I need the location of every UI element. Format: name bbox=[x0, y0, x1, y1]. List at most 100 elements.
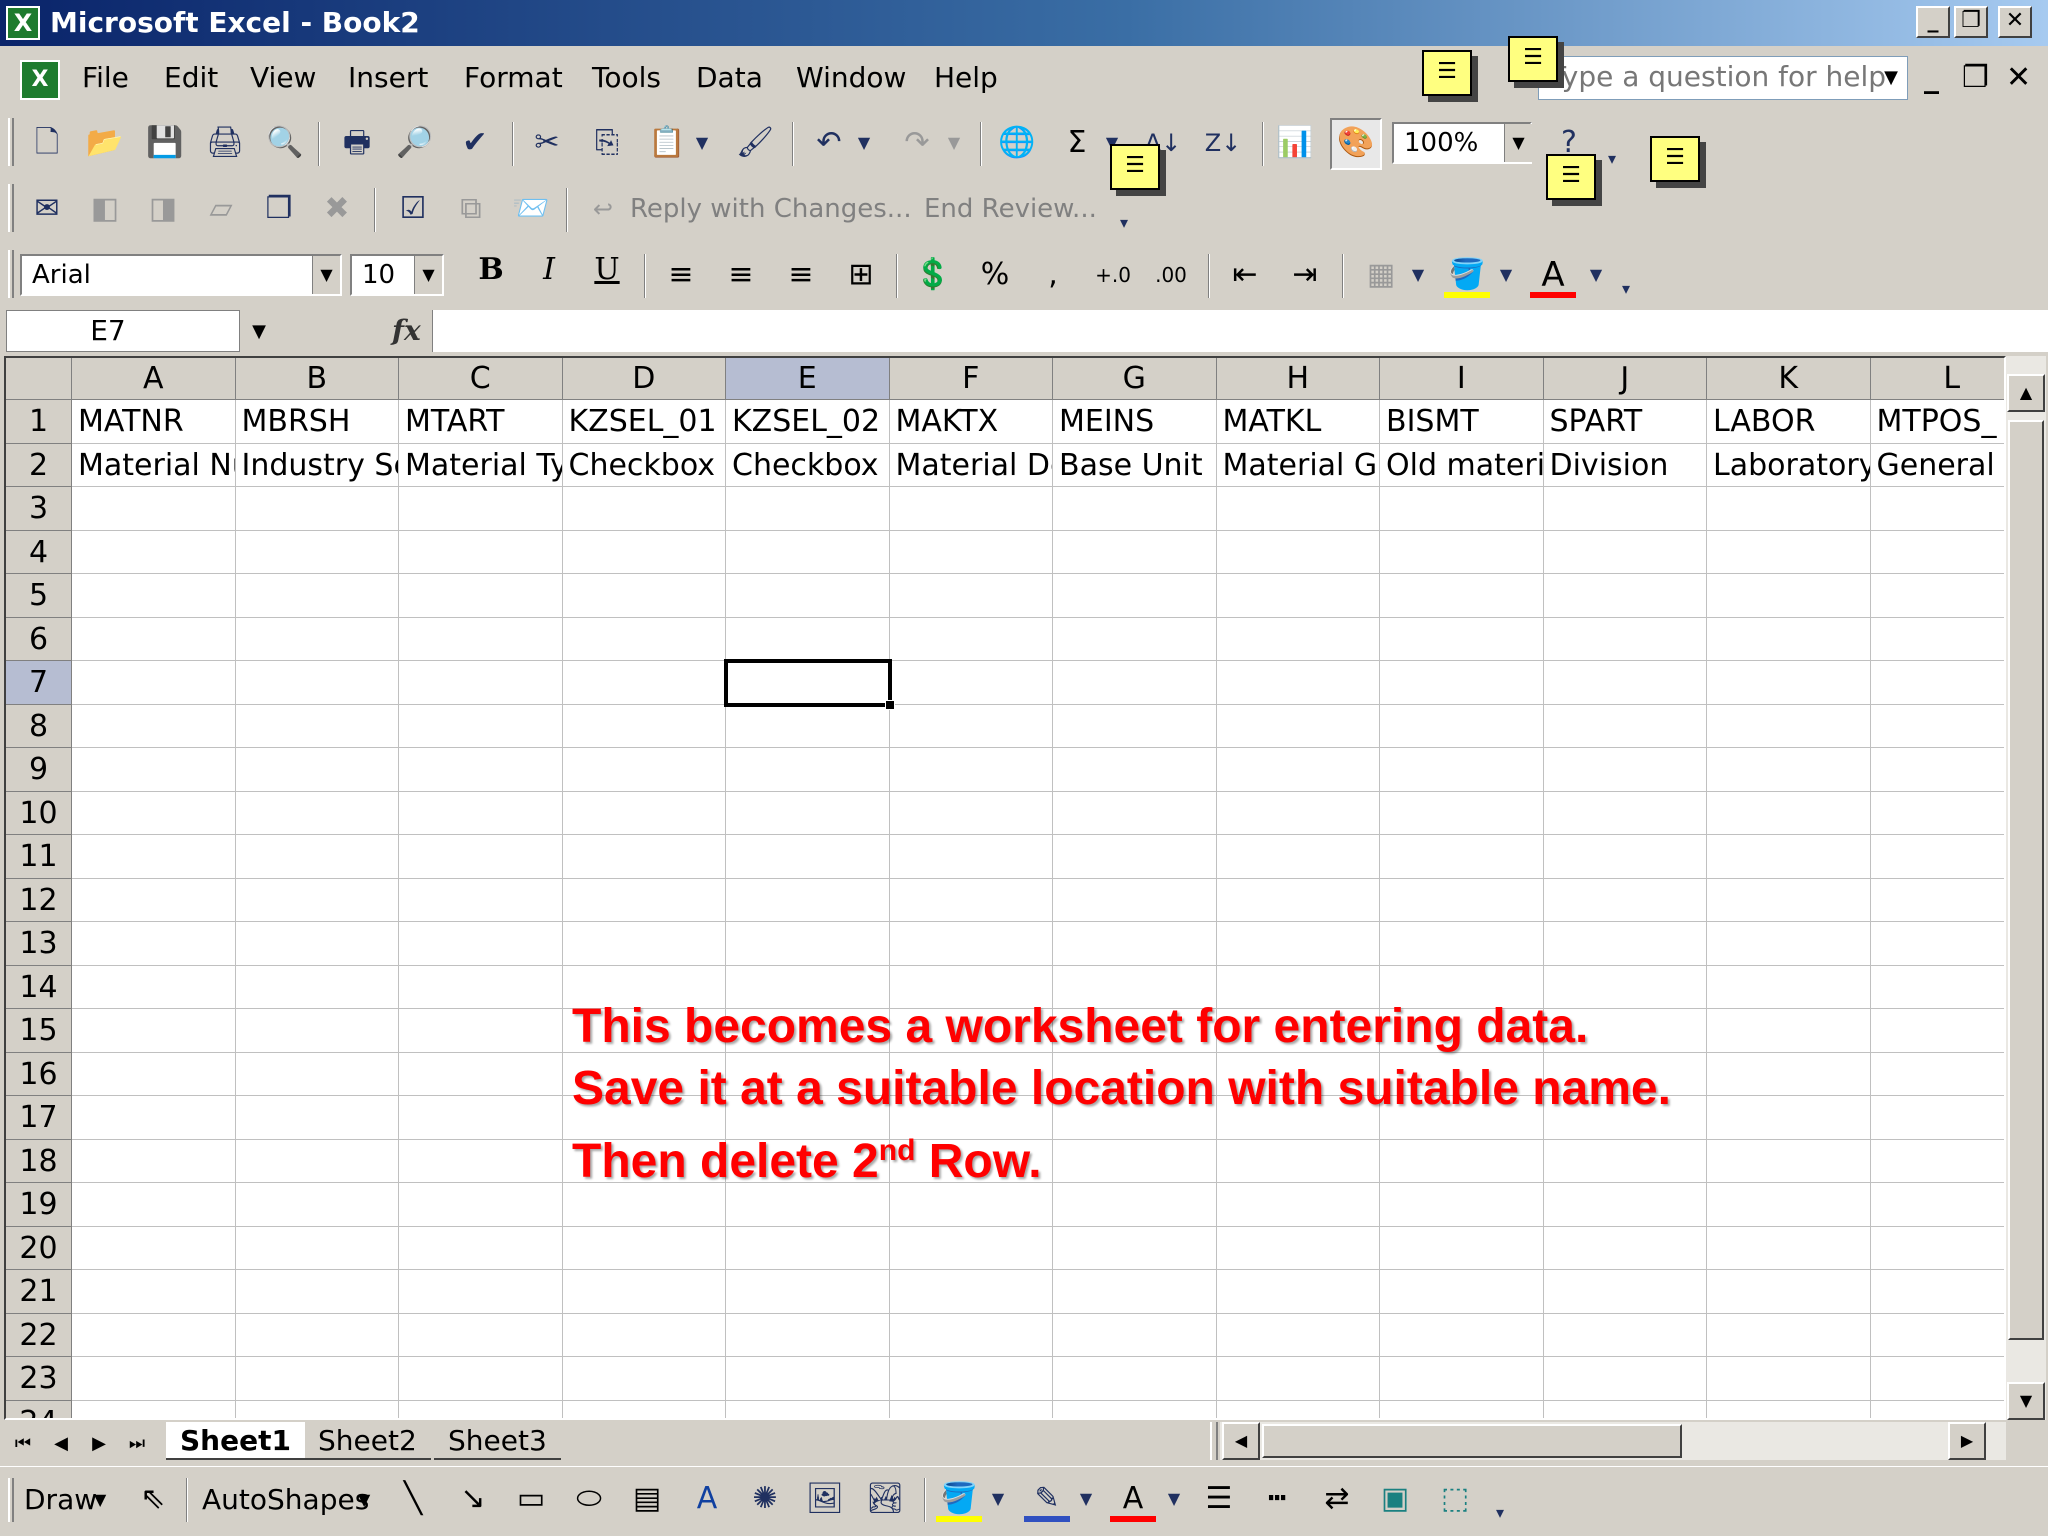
grid-cell[interactable] bbox=[1707, 1270, 1871, 1314]
font-name-select[interactable]: Arial bbox=[20, 254, 342, 296]
previous-comment-icon[interactable]: ◧ bbox=[82, 186, 128, 232]
grid-cell[interactable] bbox=[726, 487, 890, 531]
grid-cell[interactable] bbox=[889, 878, 1053, 922]
grid-cell[interactable] bbox=[235, 748, 399, 792]
undo-dropdown-icon[interactable]: ▼ bbox=[852, 120, 876, 166]
grid-cell[interactable] bbox=[1053, 530, 1217, 574]
grid-cell[interactable] bbox=[562, 487, 726, 531]
grid-cell[interactable] bbox=[235, 617, 399, 661]
grid-cell[interactable] bbox=[399, 574, 563, 618]
grid-cell[interactable] bbox=[1053, 704, 1217, 748]
column-header[interactable]: C bbox=[399, 358, 563, 400]
toolbar-options-icon[interactable]: ▾ bbox=[1112, 200, 1136, 246]
grid-cell[interactable] bbox=[72, 1009, 236, 1053]
grid-cell[interactable] bbox=[399, 878, 563, 922]
grid-cell[interactable] bbox=[1543, 748, 1707, 792]
grid-cell[interactable] bbox=[1707, 878, 1871, 922]
grid-cell[interactable] bbox=[72, 661, 236, 705]
grid-cell[interactable] bbox=[1543, 617, 1707, 661]
toolbar-grip[interactable] bbox=[8, 1478, 14, 1522]
percent-icon[interactable]: % bbox=[972, 252, 1018, 298]
grid-cell[interactable]: Old materi bbox=[1380, 443, 1544, 487]
grid-cell[interactable]: Division bbox=[1543, 443, 1707, 487]
row-header[interactable]: 17 bbox=[6, 1096, 72, 1140]
print-preview-icon[interactable]: 🔎 bbox=[392, 120, 438, 166]
column-header[interactable]: G bbox=[1053, 358, 1217, 400]
row-header[interactable]: 9 bbox=[6, 748, 72, 792]
grid-cell[interactable] bbox=[235, 791, 399, 835]
grid-cell[interactable] bbox=[235, 1052, 399, 1096]
grid-cell[interactable] bbox=[1380, 617, 1544, 661]
menu-view[interactable]: View bbox=[250, 60, 316, 96]
grid-cell[interactable]: Base Unit bbox=[1053, 443, 1217, 487]
menu-window[interactable]: Window bbox=[796, 60, 906, 96]
grid-cell[interactable] bbox=[1217, 1400, 1380, 1418]
new-comment-icon[interactable]: ✉ bbox=[24, 186, 70, 232]
grid-cell[interactable] bbox=[235, 835, 399, 879]
grid-cell[interactable] bbox=[1216, 574, 1380, 618]
menu-file[interactable]: File bbox=[82, 60, 129, 96]
sheet-tab-sheet1[interactable]: Sheet1 bbox=[166, 1422, 305, 1460]
sheet-tab-sheet3[interactable]: Sheet3 bbox=[434, 1422, 561, 1460]
tab-split-handle[interactable] bbox=[1210, 1422, 1218, 1460]
fill-color-dropdown-icon[interactable]: ▼ bbox=[986, 1476, 1010, 1522]
grid-cell[interactable] bbox=[1870, 879, 2004, 922]
grid-cell[interactable]: Material Ty bbox=[399, 443, 563, 487]
save-icon[interactable]: 💾 bbox=[142, 120, 188, 166]
grid-cell[interactable] bbox=[1216, 704, 1380, 748]
font-color-dropdown-icon[interactable]: ▼ bbox=[1584, 252, 1608, 298]
end-review-button[interactable]: End Review... bbox=[924, 186, 1097, 232]
hyperlink-icon[interactable]: 🌐 bbox=[994, 120, 1040, 166]
grid-cell[interactable] bbox=[1870, 1096, 2004, 1140]
redo-dropdown-icon[interactable]: ▼ bbox=[942, 120, 966, 166]
grid-cell[interactable] bbox=[1216, 661, 1380, 705]
grid-cell[interactable] bbox=[1543, 1313, 1707, 1357]
row-header[interactable]: 11 bbox=[6, 835, 72, 879]
grid-cell[interactable] bbox=[399, 617, 563, 661]
sort-descending-icon[interactable]: Z↓ bbox=[1200, 120, 1246, 166]
grid-cell[interactable]: MAKTX bbox=[889, 400, 1053, 444]
grid-cell[interactable]: MATKL bbox=[1216, 400, 1380, 444]
excel-icon[interactable]: X bbox=[6, 6, 40, 40]
grid-cell[interactable] bbox=[399, 1183, 563, 1227]
grid-cell[interactable] bbox=[726, 1313, 890, 1357]
grid-cell[interactable] bbox=[235, 922, 399, 966]
clip-art-icon[interactable]: 🖼 bbox=[802, 1476, 848, 1522]
grid-cell[interactable] bbox=[726, 835, 890, 879]
grid-cell[interactable] bbox=[235, 487, 399, 531]
grid-cell[interactable]: KZSEL_02 bbox=[726, 400, 890, 444]
grid-cell[interactable] bbox=[1870, 531, 2004, 574]
grid-cell[interactable]: Checkbox bbox=[562, 443, 726, 487]
grid-cell[interactable]: General bbox=[1870, 444, 2004, 487]
grid-cell[interactable] bbox=[726, 922, 890, 966]
oval-icon[interactable]: ⬭ bbox=[566, 1476, 612, 1522]
grid-cell[interactable] bbox=[1870, 1140, 2004, 1183]
chevron-down-icon[interactable]: ▼ bbox=[312, 256, 340, 294]
doc-close-button[interactable]: ✕ bbox=[2006, 58, 2031, 98]
sheet-tab-sheet2[interactable]: Sheet2 bbox=[304, 1422, 431, 1460]
picture-icon[interactable]: 🏞 bbox=[862, 1476, 908, 1522]
row-header[interactable]: 14 bbox=[6, 965, 72, 1009]
grid-cell[interactable] bbox=[889, 1357, 1053, 1401]
grid-cell[interactable] bbox=[1870, 1183, 2004, 1227]
line-color-icon[interactable]: ✎ bbox=[1024, 1476, 1070, 1522]
track-changes-icon[interactable]: ☑ bbox=[390, 186, 436, 232]
grid-cell[interactable] bbox=[235, 1139, 399, 1183]
grid-cell[interactable] bbox=[562, 1357, 726, 1401]
grid-cell[interactable] bbox=[1707, 1226, 1871, 1270]
grid-cell[interactable] bbox=[235, 1096, 399, 1140]
row-header[interactable]: 23 bbox=[6, 1357, 72, 1401]
grid-cell[interactable] bbox=[72, 1052, 236, 1096]
workbook-icon[interactable]: X bbox=[20, 60, 60, 100]
grid-cell[interactable] bbox=[1053, 1313, 1217, 1357]
previous-sheet-icon[interactable]: ◀ bbox=[44, 1426, 78, 1462]
paste-dropdown-icon[interactable]: ▼ bbox=[690, 120, 714, 166]
grid-cell[interactable] bbox=[399, 487, 563, 531]
grid-cell[interactable]: Checkbox bbox=[726, 443, 890, 487]
grid-cell[interactable] bbox=[235, 574, 399, 618]
grid-cell[interactable] bbox=[1380, 1313, 1544, 1357]
underline-icon[interactable]: U bbox=[584, 252, 630, 298]
grid-cell[interactable] bbox=[1380, 1357, 1544, 1401]
menu-edit[interactable]: Edit bbox=[164, 60, 218, 96]
grid-cell[interactable] bbox=[1543, 922, 1707, 966]
